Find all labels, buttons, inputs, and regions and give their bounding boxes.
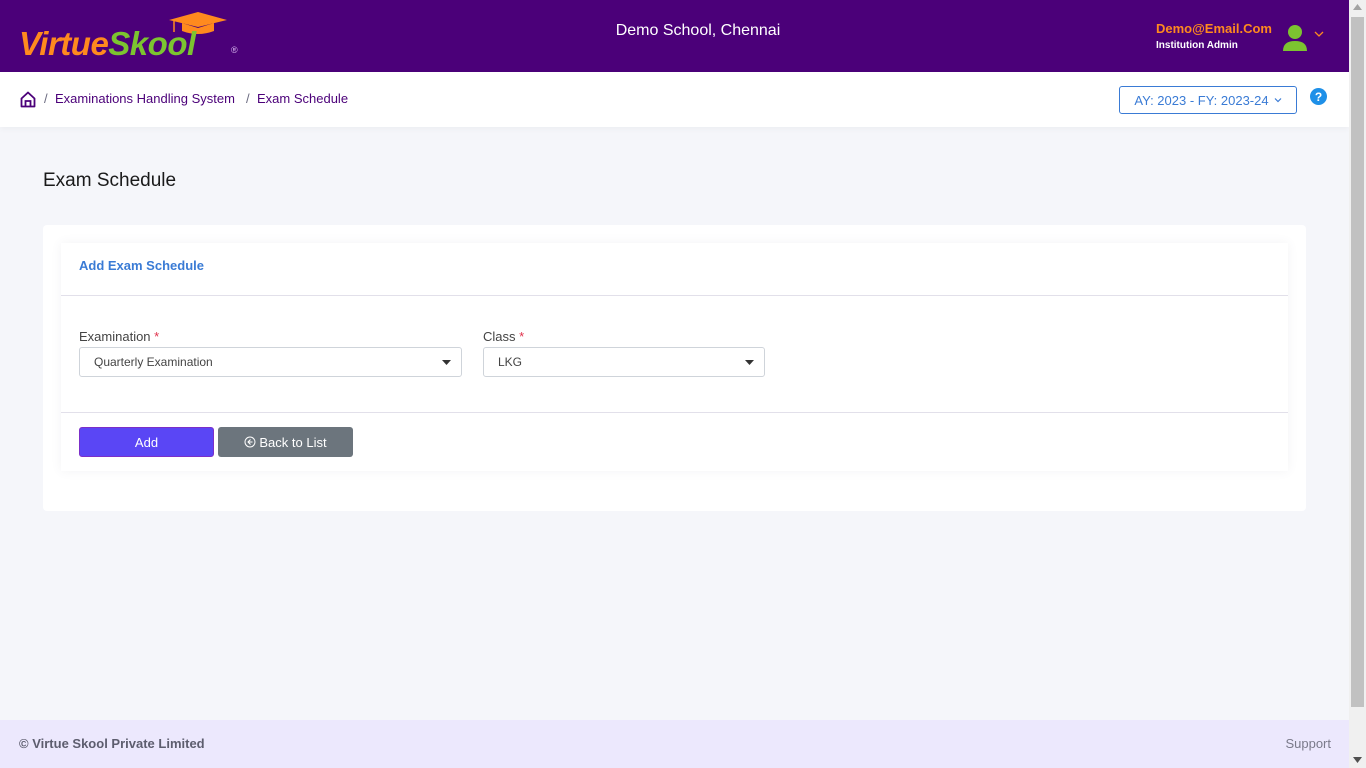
footer: © Virtue Skool Private Limited Support bbox=[0, 720, 1349, 768]
class-select[interactable]: LKG bbox=[483, 347, 765, 377]
chevron-down-icon[interactable] bbox=[1314, 30, 1324, 38]
breadcrumb-separator: / bbox=[44, 91, 48, 106]
copyright-text: © Virtue Skool Private Limited bbox=[19, 736, 205, 751]
examination-select[interactable]: Quarterly Examination bbox=[79, 347, 462, 377]
caret-down-icon bbox=[745, 360, 754, 365]
user-role: Institution Admin bbox=[1156, 40, 1238, 51]
support-link[interactable]: Support bbox=[1285, 736, 1331, 751]
arrow-left-circle-icon bbox=[244, 436, 256, 448]
academic-year-selector[interactable]: AY: 2023 - FY: 2023-24 bbox=[1119, 86, 1297, 114]
scrollbar-thumb[interactable] bbox=[1351, 17, 1364, 707]
breadcrumb-bar: / Examinations Handling System / Exam Sc… bbox=[0, 72, 1349, 127]
home-icon[interactable] bbox=[20, 91, 36, 108]
required-mark: * bbox=[519, 329, 525, 344]
caret-down-icon bbox=[442, 360, 451, 365]
divider bbox=[61, 412, 1288, 413]
user-email[interactable]: Demo@Email.Com bbox=[1156, 21, 1272, 36]
help-icon[interactable]: ? bbox=[1310, 88, 1327, 105]
breadcrumb-exam-schedule: Exam Schedule bbox=[257, 91, 349, 106]
required-mark: * bbox=[154, 329, 160, 344]
user-avatar-icon[interactable] bbox=[1282, 24, 1308, 52]
page-title: Exam Schedule bbox=[43, 170, 177, 191]
form-title: Add Exam Schedule bbox=[79, 258, 204, 273]
add-button[interactable]: Add bbox=[79, 427, 214, 457]
app: VirtueSkool ® Demo School, Chennai Demo@… bbox=[0, 0, 1349, 768]
scroll-down-arrow-icon[interactable] bbox=[1353, 757, 1362, 763]
back-to-list-button[interactable]: Back to List bbox=[218, 427, 353, 457]
academic-year-value: AY: 2023 - FY: 2023-24 bbox=[1134, 92, 1269, 108]
examination-selected-value: Quarterly Examination bbox=[94, 355, 213, 369]
breadcrumb-separator: / bbox=[246, 91, 250, 106]
registered-mark: ® bbox=[231, 45, 238, 55]
add-exam-schedule-form: Add Exam Schedule Examination * Quarterl… bbox=[61, 243, 1288, 471]
class-selected-value: LKG bbox=[498, 355, 523, 369]
divider bbox=[61, 295, 1288, 296]
breadcrumb-examinations-handling-system[interactable]: Examinations Handling System bbox=[55, 91, 235, 106]
class-label: Class * bbox=[483, 329, 525, 344]
back-to-list-label: Back to List bbox=[259, 434, 327, 450]
scroll-up-arrow-icon[interactable] bbox=[1353, 4, 1362, 10]
examination-label: Examination * bbox=[79, 329, 160, 344]
vertical-scrollbar[interactable] bbox=[1349, 0, 1366, 768]
content-card: Add Exam Schedule Examination * Quarterl… bbox=[43, 225, 1306, 511]
top-header: VirtueSkool ® Demo School, Chennai Demo@… bbox=[0, 0, 1349, 72]
chevron-down-icon bbox=[1274, 98, 1282, 103]
